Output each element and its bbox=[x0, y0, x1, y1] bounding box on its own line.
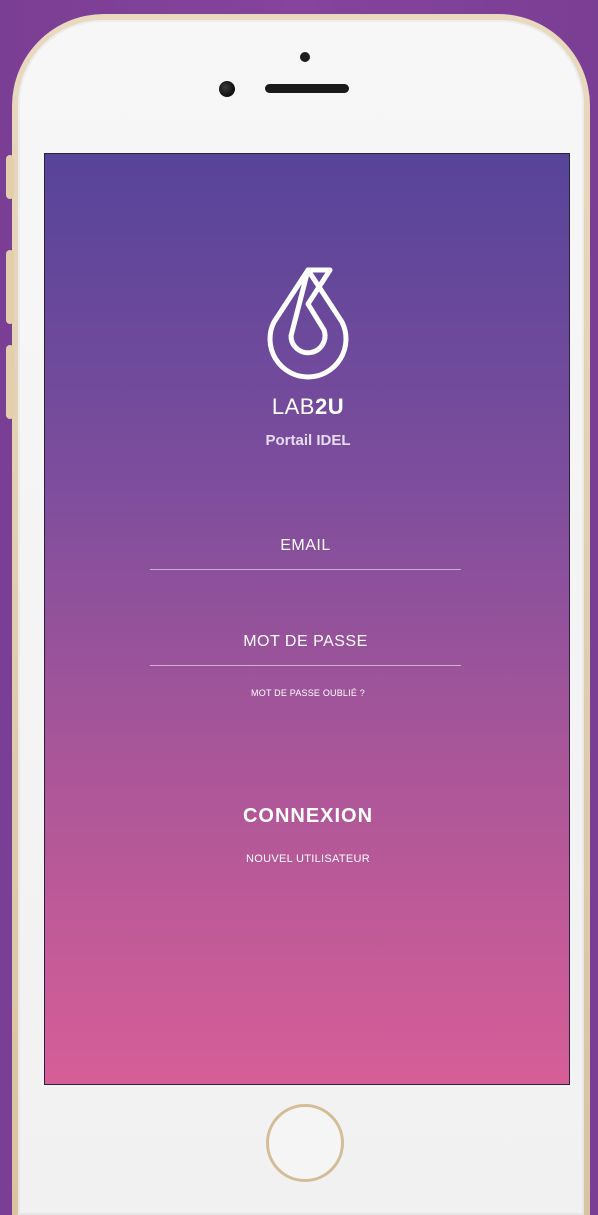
connexion-button[interactable]: CONNEXION bbox=[208, 798, 408, 834]
brand-name: LAB2U bbox=[45, 394, 569, 420]
password-input[interactable] bbox=[150, 631, 461, 652]
home-button[interactable] bbox=[266, 1104, 344, 1182]
email-field[interactable] bbox=[150, 522, 461, 570]
new-user-link[interactable]: NOUVEL UTILISATEUR bbox=[45, 853, 569, 865]
forgot-password-link[interactable]: MOT DE PASSE OUBLIÉ ? bbox=[45, 688, 569, 698]
portal-subtitle: Portail IDEL bbox=[265, 432, 351, 449]
email-input[interactable] bbox=[150, 535, 461, 556]
volume-up-button bbox=[6, 250, 14, 324]
earpiece-speaker bbox=[265, 84, 349, 93]
proximity-sensor bbox=[300, 52, 310, 62]
front-camera bbox=[219, 81, 235, 97]
login-screen: LAB2U Portail IDEL MOT DE PASSE OUBLIÉ ?… bbox=[44, 153, 570, 1085]
password-field[interactable] bbox=[150, 618, 461, 666]
brand-name-bold: 2U bbox=[314, 394, 345, 419]
page-background: LAB2U Portail IDEL MOT DE PASSE OUBLIÉ ?… bbox=[0, 0, 598, 1215]
brand-name-light: LAB bbox=[271, 394, 315, 419]
mute-switch bbox=[6, 155, 14, 199]
volume-down-button bbox=[6, 345, 14, 419]
water-drop-icon bbox=[267, 267, 349, 380]
